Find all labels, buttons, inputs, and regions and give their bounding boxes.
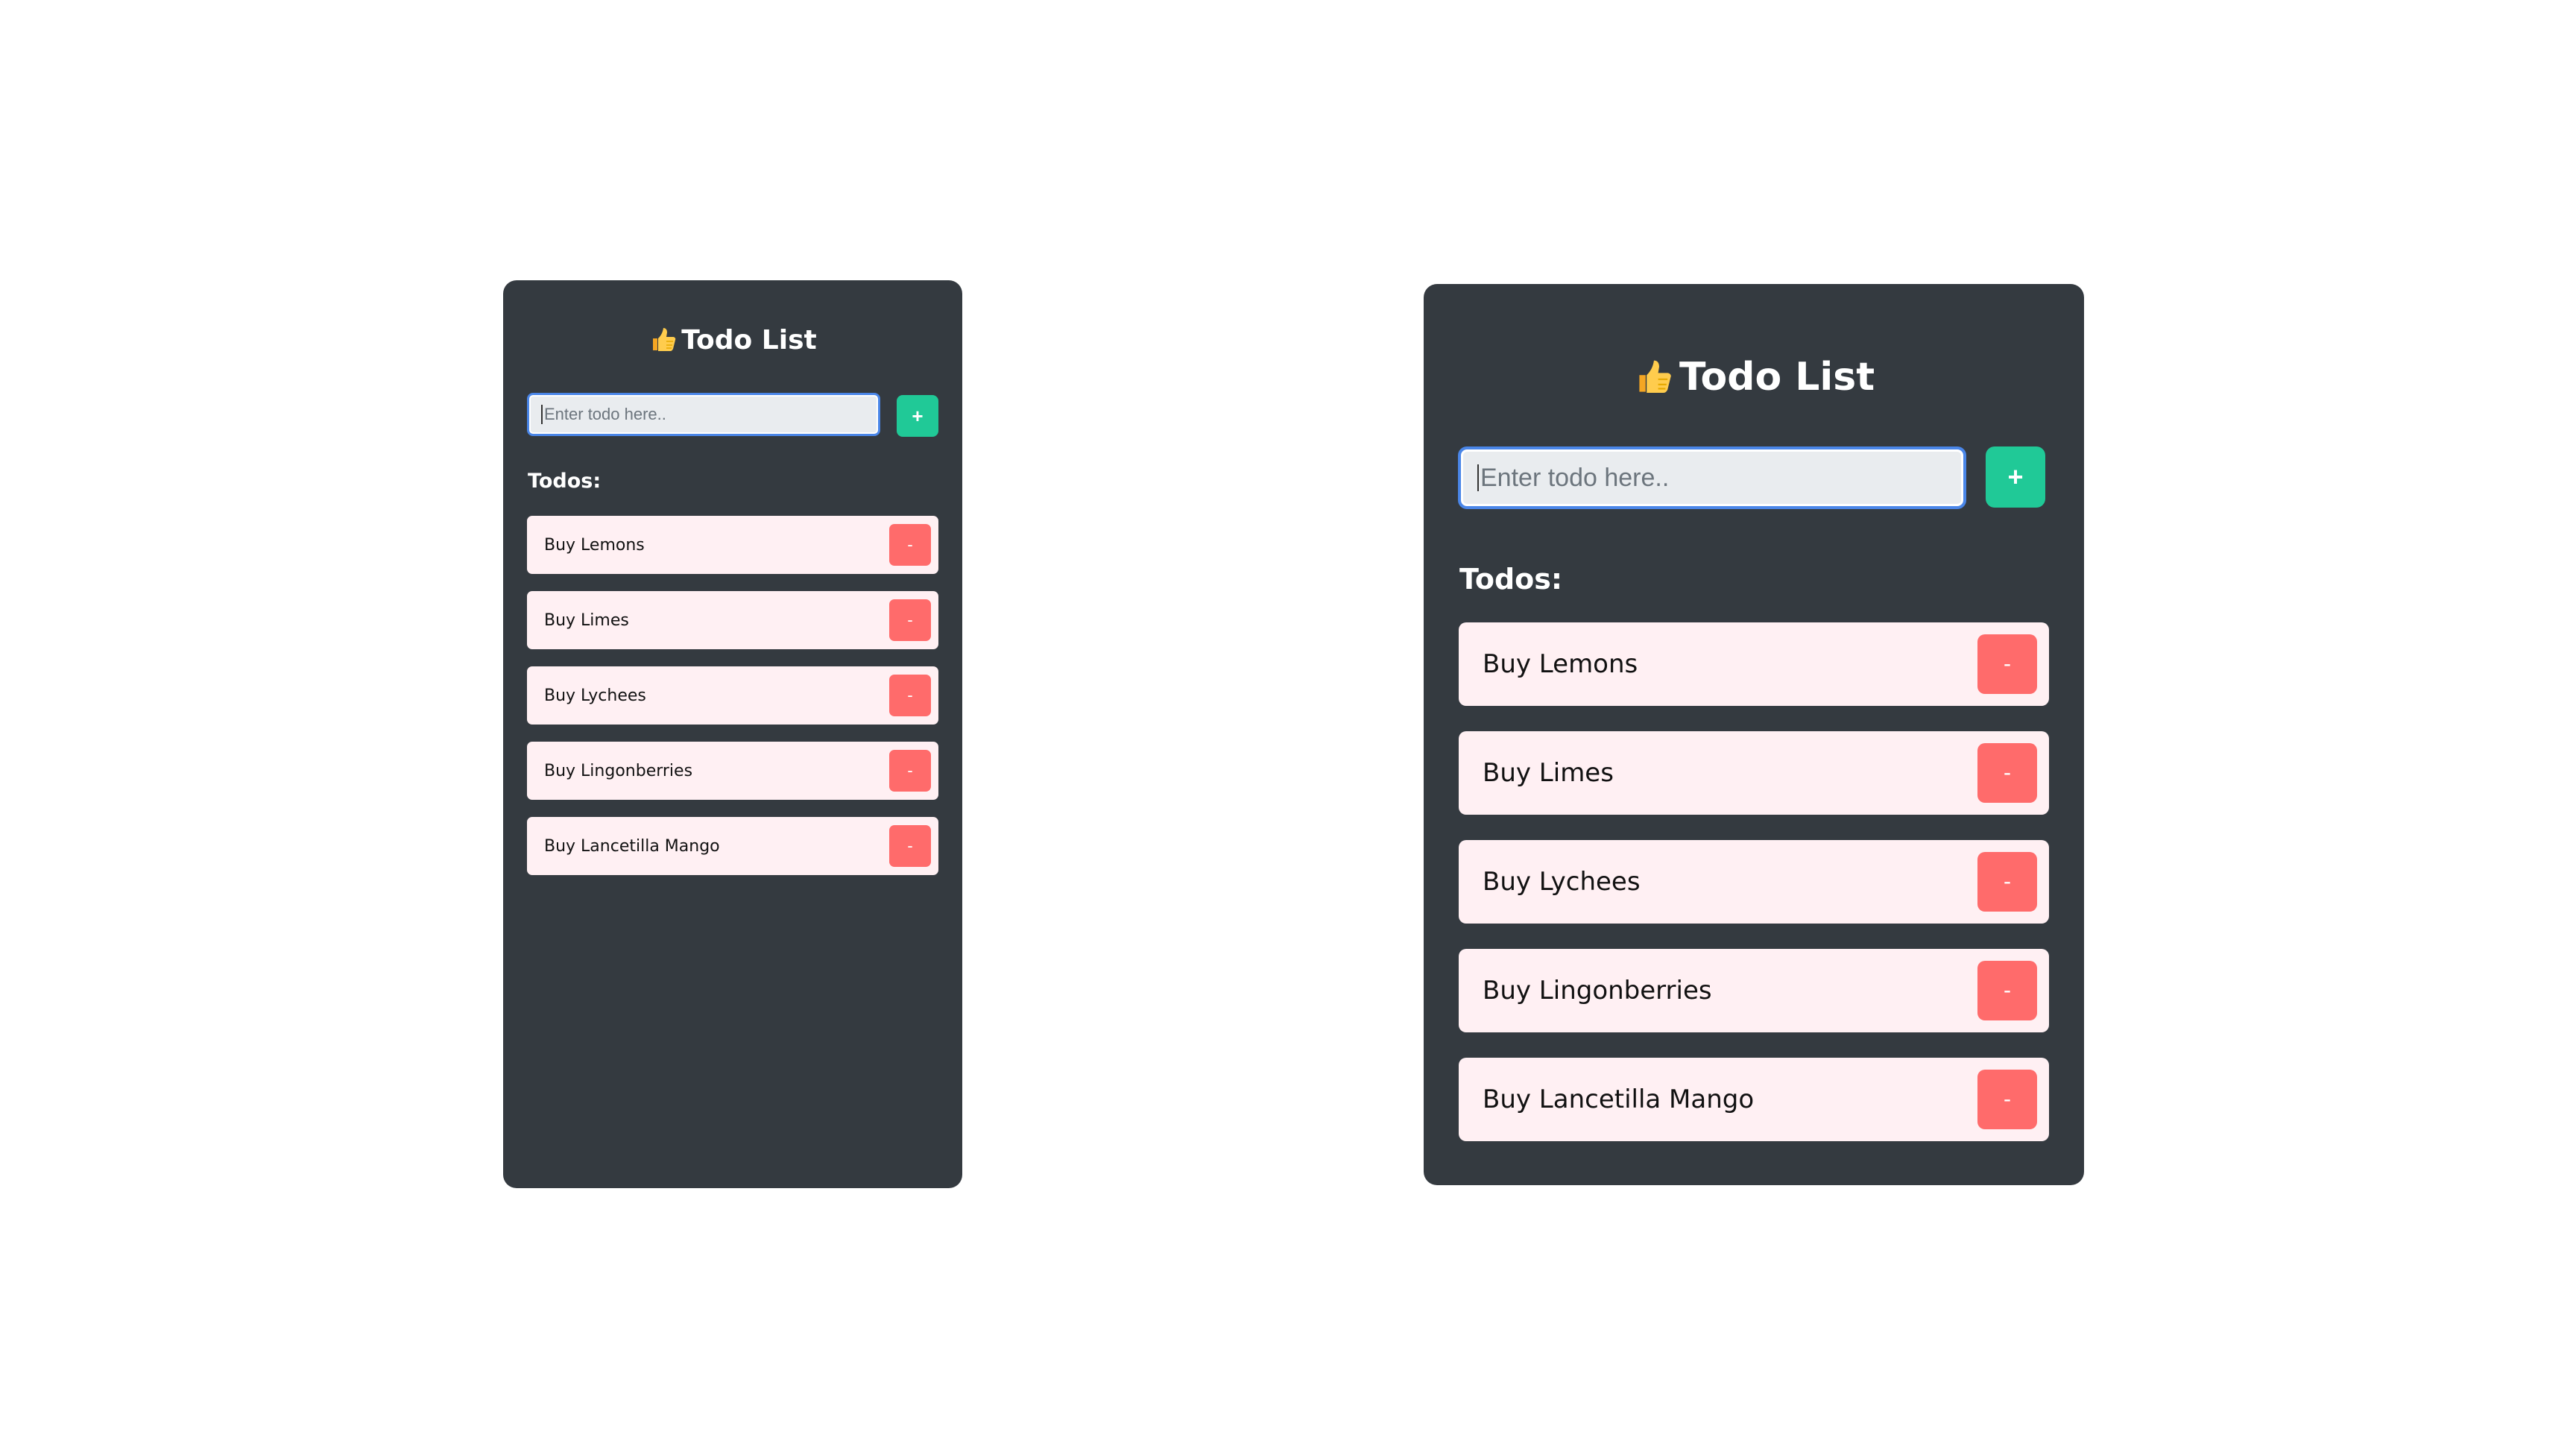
todo-card-small: Todo List Enter todo here.. + Todos: Buy…: [503, 280, 962, 1188]
todo-item-text: Buy Limes: [544, 610, 629, 630]
remove-todo-button[interactable]: -: [889, 675, 931, 716]
todos-heading: Todos:: [528, 470, 602, 493]
remove-todo-button[interactable]: -: [1977, 634, 2037, 694]
todo-item: Buy Limes -: [1459, 731, 2049, 815]
todo-item-text: Buy Lemons: [1483, 649, 1638, 679]
todo-item-text: Buy Lancetilla Mango: [1483, 1085, 1755, 1114]
todo-item-text: Buy Lancetilla Mango: [544, 836, 720, 856]
todo-item: Buy Lemons -: [527, 516, 938, 574]
todo-list: Buy Lemons - Buy Limes - Buy Lychees - B…: [527, 516, 938, 892]
todo-list: Buy Lemons - Buy Limes - Buy Lychees - B…: [1459, 622, 2049, 1167]
todo-item-text: Buy Lingonberries: [1483, 976, 1712, 1006]
text-caret: [541, 405, 543, 424]
app-title: Todo List: [503, 318, 962, 362]
thumbs-up-icon: [1633, 356, 1675, 398]
todo-input-placeholder: Enter todo here..: [544, 405, 666, 423]
app-title-text: Todo List: [681, 324, 817, 356]
remove-todo-button[interactable]: -: [889, 524, 931, 566]
todo-item: Buy Limes -: [527, 591, 938, 649]
remove-todo-button[interactable]: -: [889, 599, 931, 641]
todo-item: Buy Lancetilla Mango -: [527, 817, 938, 875]
remove-todo-button[interactable]: -: [1977, 1070, 2037, 1129]
app-title-text: Todo List: [1679, 355, 1875, 400]
todo-item-text: Buy Lingonberries: [544, 761, 693, 780]
text-caret: [1477, 464, 1479, 491]
add-todo-button[interactable]: +: [1986, 446, 2045, 508]
todo-item: Buy Lemons -: [1459, 622, 2049, 706]
todo-item: Buy Lancetilla Mango -: [1459, 1058, 2049, 1141]
todo-item: Buy Lingonberries -: [527, 742, 938, 800]
todo-input-placeholder: Enter todo here..: [1480, 463, 1670, 492]
todo-input[interactable]: Enter todo here..: [1458, 446, 1966, 509]
todo-item-text: Buy Lychees: [544, 686, 646, 705]
remove-todo-button[interactable]: -: [1977, 743, 2037, 803]
add-todo-button[interactable]: +: [897, 395, 938, 437]
todo-input[interactable]: Enter todo here..: [527, 393, 880, 436]
remove-todo-button[interactable]: -: [1977, 961, 2037, 1020]
app-title: Todo List: [1424, 347, 2084, 407]
todo-item-text: Buy Limes: [1483, 758, 1614, 788]
todos-heading: Todos:: [1459, 563, 1563, 596]
remove-todo-button[interactable]: -: [889, 750, 931, 792]
remove-todo-button[interactable]: -: [1977, 852, 2037, 912]
todo-item-text: Buy Lychees: [1483, 867, 1641, 897]
todo-card-large: Todo List Enter todo here.. + Todos: Buy…: [1424, 284, 2084, 1185]
todo-item: Buy Lychees -: [527, 666, 938, 725]
todo-item-text: Buy Lemons: [544, 535, 645, 555]
thumbs-up-icon: [648, 325, 678, 355]
todo-item: Buy Lychees -: [1459, 840, 2049, 924]
todo-item: Buy Lingonberries -: [1459, 949, 2049, 1032]
remove-todo-button[interactable]: -: [889, 825, 931, 867]
